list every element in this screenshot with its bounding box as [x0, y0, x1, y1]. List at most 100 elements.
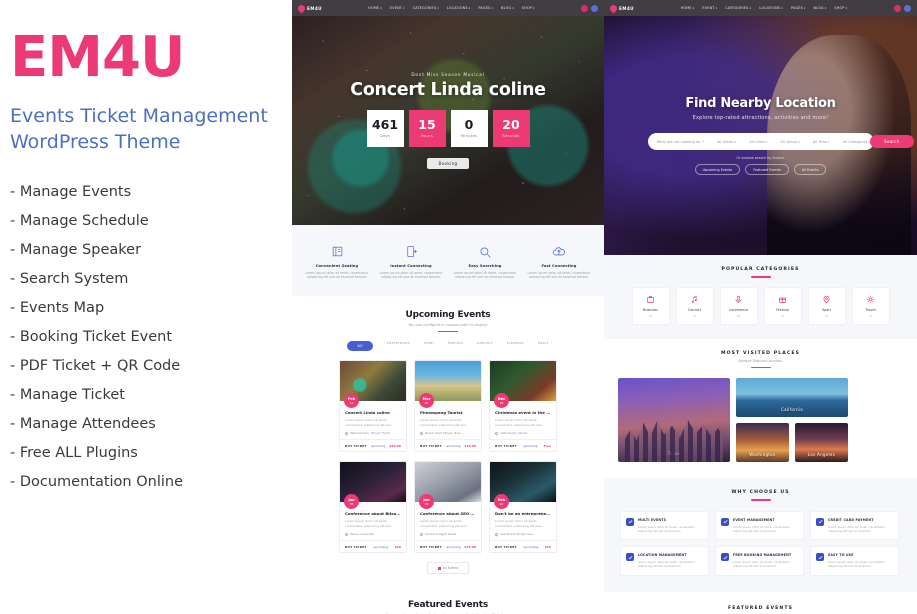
check-icon — [816, 518, 824, 526]
event-card[interactable]: Jan08Conference about Bitcoin BTCLorem i… — [339, 461, 407, 553]
nav-item-blog[interactable]: BLOG — [814, 6, 827, 10]
event-card[interactable]: Mar02Phnompeng TouristLorem ipsum dolor … — [414, 360, 482, 452]
nav-item-locations[interactable]: LOCATIONS — [759, 6, 783, 10]
event-card[interactable]: Feb21Don't be an entrepreneur...Lorem ip… — [489, 461, 557, 553]
search-chip-1[interactable]: Featured Events — [745, 164, 789, 175]
filter-tab-concert[interactable]: concert — [477, 341, 493, 351]
nav-item-home[interactable]: HOME — [368, 6, 382, 10]
select-time[interactable]: All Time — [813, 140, 830, 144]
buy-ticket-button[interactable]: BUY TICKET — [495, 545, 517, 549]
upcoming-subtitle: You can configure in closest order to di… — [298, 323, 598, 327]
nav-item-shop[interactable]: SHOP — [522, 6, 535, 10]
search-feature-chips[interactable]: Upcoming Events Featured Events All Events — [695, 164, 827, 175]
filter-tab-conference[interactable]: conference — [387, 341, 410, 351]
feature-desc: Lorem ipsum dolor sit amet, consectetur … — [376, 271, 446, 280]
all-events-button[interactable]: All Events — [427, 562, 469, 574]
nav-menu-mid[interactable]: HOME EVENT CATEGORIES LOCATIONS PAGES BLOG SHO… — [368, 6, 534, 10]
grid-icon — [438, 567, 441, 570]
filter-tab-meal[interactable]: meal — [424, 341, 434, 351]
event-card[interactable]: Jan19Conference about SEO BDDLorem ipsum… — [414, 461, 482, 553]
place-tile-los-angeles[interactable]: Los Angeles — [795, 423, 848, 462]
countdown-unit-days: 461Days — [367, 110, 404, 147]
filter-tab-sport[interactable]: sport — [538, 341, 549, 351]
place-tile-washington[interactable]: Washington — [736, 423, 789, 462]
event-title: Christmas event in the city — [495, 410, 551, 415]
buy-ticket-button[interactable]: BUY TICKET — [420, 545, 442, 549]
nav-item-event[interactable]: EVENT — [702, 6, 717, 10]
event-title: Phnompeng Tourist — [420, 410, 476, 415]
buy-ticket-button[interactable]: BUY TICKET — [495, 444, 517, 448]
countdown-value: 15 — [418, 119, 435, 132]
why-card: EASY TO USELorem ipsum dolor sit amet, c… — [810, 546, 899, 576]
feature-desc: Lorem ipsum dolor sit amet, consectetur … — [450, 271, 520, 280]
popular-categories-section: POPULAR CATEGORIES Business12Concert8Con… — [604, 255, 917, 339]
filter-tab-all[interactable]: All — [347, 341, 372, 351]
hero-booking-button[interactable]: Booking — [427, 158, 470, 169]
site-logo-mid[interactable]: EM4U — [298, 5, 322, 12]
category-tile-sport[interactable]: Sport11 — [808, 287, 846, 325]
event-status: upcoming — [373, 545, 388, 549]
feature-desc: Lorem ipsum dolor sit amet, consectetur … — [524, 271, 594, 280]
category-tile-conference[interactable]: Conference16 — [720, 287, 758, 325]
select-cities[interactable]: All Cities — [749, 140, 767, 144]
event-thumbnail: Dec24 — [490, 361, 556, 401]
select-venue[interactable]: All Venue — [780, 140, 799, 144]
pin-icon — [822, 293, 831, 306]
briefcase-icon — [646, 293, 655, 306]
why-card: LOCATION MANAGEMENTLorem ipsum dolor sit… — [620, 546, 709, 576]
nav-menu-right[interactable]: HOME EVENT CATEGORIES LOCATIONS PAGES BLOG SHO… — [681, 6, 847, 10]
feature-title: Fast Connecting — [524, 264, 594, 268]
nav-item-event[interactable]: EVENT — [390, 6, 405, 10]
search-chip-0[interactable]: Upcoming Events — [695, 164, 741, 175]
feature-list-item: - Events Map — [10, 301, 278, 316]
nav-item-categories[interactable]: CATEGORIES — [413, 6, 439, 10]
nav-item-home[interactable]: HOME — [681, 6, 695, 10]
feature-desc: Lorem ipsum dolor sit amet, consectetur … — [302, 271, 372, 280]
nav-item-categories[interactable]: CATEGORIES — [725, 6, 751, 10]
event-card[interactable]: Dec24Christmas event in the cityLorem ip… — [489, 360, 557, 452]
nav-item-shop[interactable]: SHOP — [834, 6, 847, 10]
feature-list-item: - Manage Ticket — [10, 388, 278, 403]
select-states[interactable]: All States — [717, 140, 736, 144]
filter-tab-creative[interactable]: creative — [507, 341, 524, 351]
search-chip-2[interactable]: All Events — [794, 164, 827, 175]
nav-item-pages[interactable]: PAGES — [791, 6, 806, 10]
category-tile-festival[interactable]: Festival10 — [764, 287, 802, 325]
site-logo-right[interactable]: EM4U — [610, 5, 634, 12]
category-tile-business[interactable]: Business12 — [632, 287, 670, 325]
select-categories[interactable]: All Categories — [843, 140, 870, 144]
search-input[interactable]: What are you looking for ? — [657, 140, 704, 144]
buy-ticket-button[interactable]: BUY TICKET — [420, 444, 442, 448]
location-search-bar[interactable]: What are you looking for ? All States Al… — [648, 133, 874, 150]
event-filter-tabs[interactable]: All conference meal fashion concert creative s… — [298, 341, 598, 351]
cart-icon[interactable] — [904, 5, 911, 12]
nav-item-blog[interactable]: BLOG — [501, 6, 514, 10]
countdown-value: 0 — [465, 119, 474, 132]
place-tile-california[interactable]: California — [736, 378, 848, 417]
countdown-value: 461 — [372, 119, 398, 132]
user-icon[interactable] — [581, 5, 588, 12]
logo-pin-icon — [297, 3, 307, 13]
nav-item-locations[interactable]: LOCATIONS — [447, 6, 471, 10]
user-icon[interactable] — [894, 5, 901, 12]
category-tile-concert[interactable]: Concert8 — [676, 287, 714, 325]
search-button[interactable]: Search — [870, 135, 914, 148]
filter-tab-fashion[interactable]: fashion — [448, 341, 463, 351]
event-thumbnail: Mar02 — [415, 361, 481, 401]
check-icon — [626, 518, 634, 526]
nav-item-pages[interactable]: PAGES — [479, 6, 494, 10]
event-card-row-2: Jan08Conference about Bitcoin BTCLorem i… — [298, 461, 598, 553]
buy-ticket-button[interactable]: BUY TICKET — [345, 444, 367, 448]
category-tile-travel[interactable]: Travel9 — [852, 287, 890, 325]
buy-ticket-button[interactable]: BUY TICKET — [345, 545, 367, 549]
event-thumbnail: Feb21 — [490, 462, 556, 502]
event-card[interactable]: Feb14Concert Linda colineLorem ipsum dol… — [339, 360, 407, 452]
brand-title: EM4U — [10, 30, 278, 86]
place-tile-texas[interactable]: Texas — [618, 378, 730, 462]
tagline-line-2: WordPress Theme — [10, 130, 278, 156]
event-thumbnail: Feb14 — [340, 361, 406, 401]
feature-column: Fast Connecting Lorem ipsum dolor sit ame… — [524, 243, 594, 280]
cart-icon[interactable] — [591, 5, 598, 12]
gift-icon — [778, 293, 787, 306]
check-icon — [721, 518, 729, 526]
